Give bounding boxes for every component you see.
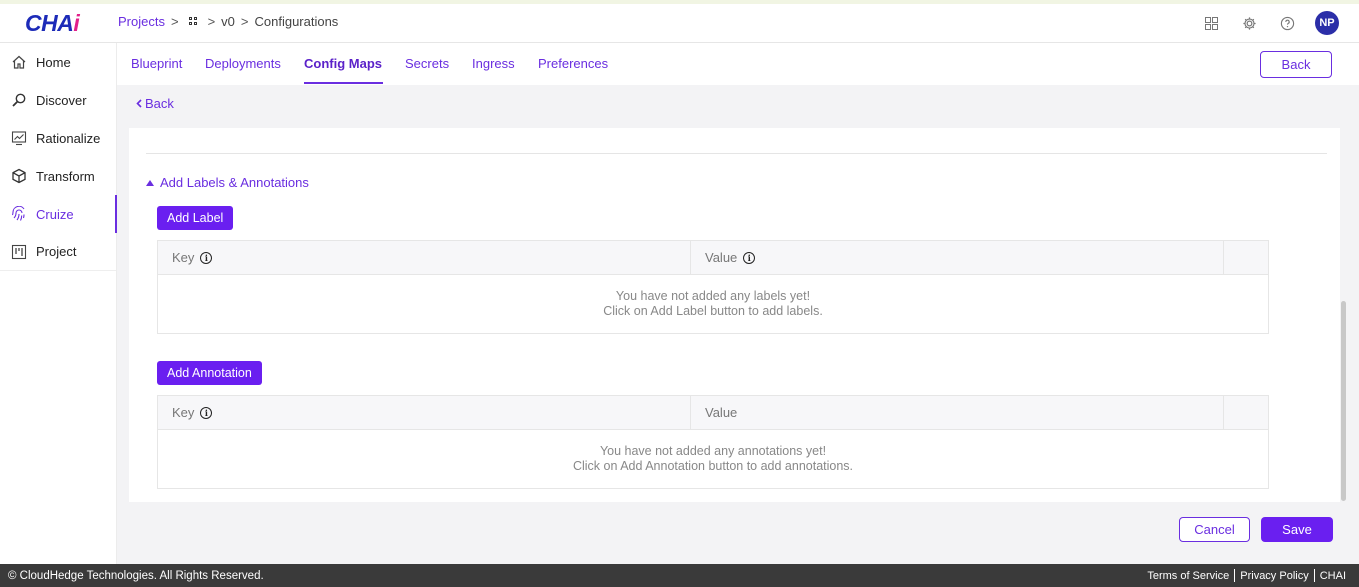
- save-button[interactable]: Save: [1261, 517, 1333, 542]
- home-icon: [10, 53, 28, 71]
- tab-preferences[interactable]: Preferences: [538, 56, 608, 71]
- table-header: Key i Value: [158, 396, 1268, 430]
- sidebar-item-label: Home: [36, 54, 71, 70]
- sidebar-item-label: Transform: [36, 168, 95, 184]
- column-actions: [1224, 396, 1268, 429]
- chevron-left-icon: [136, 99, 142, 108]
- labels-annotations-toggle[interactable]: Add Labels & Annotations: [146, 175, 309, 190]
- project-grid-icon[interactable]: [188, 17, 198, 26]
- sidebar-item-discover[interactable]: Discover: [0, 81, 116, 119]
- help-icon[interactable]: [1277, 13, 1297, 33]
- discover-icon: [10, 91, 28, 109]
- tab-ingress[interactable]: Ingress: [472, 56, 515, 71]
- tab-secrets[interactable]: Secrets: [405, 56, 449, 71]
- tab-deployments[interactable]: Deployments: [205, 56, 281, 71]
- column-key: Key i: [158, 396, 691, 429]
- column-value-label: Value: [705, 405, 738, 420]
- active-tab-indicator: [304, 82, 383, 84]
- cancel-button[interactable]: Cancel: [1179, 517, 1250, 542]
- sidebar-item-home[interactable]: Home: [0, 43, 116, 81]
- column-value: Value: [691, 396, 1224, 429]
- breadcrumb-version[interactable]: v0: [221, 14, 235, 29]
- cube-icon: [10, 167, 28, 185]
- empty-message: You have not added any annotations yet!: [599, 444, 827, 458]
- empty-message: You have not added any labels yet!: [615, 289, 811, 303]
- column-key-label: Key: [172, 250, 195, 265]
- footer-brand: CHAI: [1319, 569, 1346, 582]
- sidebar-item-project[interactable]: Project: [0, 233, 116, 271]
- empty-hint: Click on Add Annotation button to add an…: [572, 459, 854, 473]
- sidebar: Home Discover Rationalize Transform Crui…: [0, 43, 117, 564]
- annotations-table: Key i Value You have not added any annot…: [157, 395, 1269, 489]
- empty-hint: Click on Add Label button to add labels.: [603, 304, 823, 318]
- add-annotation-button[interactable]: Add Annotation: [157, 361, 262, 385]
- app-header: CHAi Projects > > v0 > Configurations NP: [0, 4, 1359, 43]
- tab-bar: Blueprint Deployments Config Maps Secret…: [117, 43, 1359, 85]
- back-link[interactable]: Back: [136, 96, 174, 111]
- chai-logo[interactable]: CHAi: [25, 10, 80, 37]
- terms-link[interactable]: Terms of Service: [1142, 570, 1234, 582]
- caret-up-icon: [146, 179, 154, 186]
- breadcrumb-separator: >: [170, 14, 179, 29]
- empty-state: You have not added any annotations yet! …: [158, 430, 1268, 488]
- sidebar-item-cruize[interactable]: Cruize: [0, 195, 117, 233]
- column-value: Value i: [691, 241, 1224, 274]
- tab-config-maps[interactable]: Config Maps: [304, 56, 382, 71]
- breadcrumb-separator: >: [240, 14, 249, 29]
- fingerprint-icon: [10, 205, 28, 223]
- chart-icon: [10, 129, 28, 147]
- scrollbar-thumb[interactable]: [1341, 301, 1346, 501]
- sidebar-item-label: Cruize: [36, 206, 74, 222]
- breadcrumb-projects[interactable]: Projects: [118, 14, 165, 29]
- add-label-button[interactable]: Add Label: [157, 206, 234, 230]
- apps-grid-icon[interactable]: [1201, 13, 1221, 33]
- config-form-card: Add Labels & Annotations Add Label Key i…: [129, 128, 1340, 502]
- main-content: Blueprint Deployments Config Maps Secret…: [117, 43, 1359, 564]
- gear-icon[interactable]: [1239, 13, 1259, 33]
- footer-links: Terms of Service Privacy Policy CHAI: [1142, 569, 1351, 582]
- board-icon: [10, 243, 28, 261]
- divider: [146, 153, 1327, 154]
- breadcrumb: Projects > > v0 > Configurations: [118, 14, 338, 29]
- sidebar-item-label: Rationalize: [36, 130, 101, 146]
- column-key: Key i: [158, 241, 691, 274]
- sidebar-item-label: Project: [36, 244, 77, 259]
- back-link-label: Back: [145, 96, 174, 111]
- section-title: Add Labels & Annotations: [160, 175, 309, 190]
- privacy-link[interactable]: Privacy Policy: [1235, 570, 1313, 582]
- back-button[interactable]: Back: [1260, 51, 1332, 78]
- table-header: Key i Value i: [158, 241, 1268, 275]
- sidebar-item-rationalize[interactable]: Rationalize: [0, 119, 116, 157]
- labels-table: Key i Value i You have not added any lab…: [157, 240, 1269, 334]
- sidebar-item-label: Discover: [36, 92, 87, 108]
- info-icon[interactable]: i: [200, 406, 213, 419]
- column-key-label: Key: [172, 405, 195, 420]
- user-avatar[interactable]: NP: [1315, 11, 1339, 35]
- footer: © CloudHedge Technologies. All Rights Re…: [0, 564, 1359, 587]
- column-value-label: Value: [705, 250, 738, 265]
- info-icon[interactable]: i: [200, 251, 213, 264]
- sidebar-item-transform[interactable]: Transform: [0, 157, 116, 195]
- tab-blueprint[interactable]: Blueprint: [131, 56, 182, 71]
- breadcrumb-separator: >: [207, 14, 216, 29]
- info-icon[interactable]: i: [743, 251, 756, 264]
- column-actions: [1224, 241, 1268, 274]
- breadcrumb-current: Configurations: [254, 14, 339, 29]
- empty-state: You have not added any labels yet! Click…: [158, 275, 1268, 333]
- copyright-text: © CloudHedge Technologies. All Rights Re…: [8, 569, 264, 582]
